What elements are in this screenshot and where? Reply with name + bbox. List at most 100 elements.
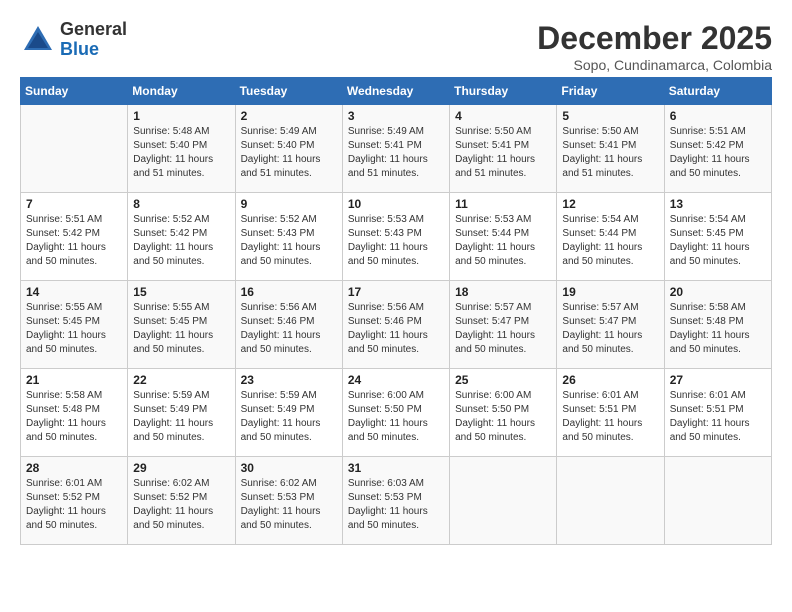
day-number: 3	[348, 109, 444, 123]
day-info: Sunrise: 5:50 AM Sunset: 5:41 PM Dayligh…	[455, 125, 551, 181]
calendar-week-row: 7 Sunrise: 5:51 AM Sunset: 5:42 PM Daylig…	[21, 193, 772, 281]
day-info: Sunrise: 5:53 AM Sunset: 5:44 PM Dayligh…	[455, 213, 551, 269]
calendar-cell: 14Sunrise: 5:55 AM Sunset: 5:45 PM Dayli…	[21, 281, 128, 369]
day-number: 21	[26, 373, 122, 387]
calendar-cell: 29 Sunrise: 6:02 AM Sunset: 5:52 PM Dayli…	[128, 457, 235, 545]
calendar-cell: 8 Sunrise: 5:52 AM Sunset: 5:42 PM Daylig…	[128, 193, 235, 281]
logo-general-text: General	[60, 20, 127, 40]
calendar-cell	[557, 457, 664, 545]
day-number: 12	[562, 197, 658, 211]
day-number: 24	[348, 373, 444, 387]
page-header: General Blue December 2025 Sopo, Cundina…	[20, 20, 772, 73]
weekday-header: Saturday	[664, 78, 771, 105]
logo-icon	[20, 22, 56, 58]
weekday-header: Tuesday	[235, 78, 342, 105]
day-number: 1	[133, 109, 229, 123]
calendar-table: SundayMondayTuesdayWednesdayThursdayFrid…	[20, 77, 772, 545]
calendar-cell: 11 Sunrise: 5:53 AM Sunset: 5:44 PM Dayli…	[450, 193, 557, 281]
calendar-cell: 20 Sunrise: 5:58 AM Sunset: 5:48 PM Dayli…	[664, 281, 771, 369]
day-info: Sunrise: 6:01 AM Sunset: 5:52 PM Dayligh…	[26, 477, 122, 533]
day-number: 27	[670, 373, 766, 387]
day-number: 23	[241, 373, 337, 387]
calendar-cell: 7 Sunrise: 5:51 AM Sunset: 5:42 PM Daylig…	[21, 193, 128, 281]
day-number: 29	[133, 461, 229, 475]
day-info: Sunrise: 5:56 AM Sunset: 5:46 PM Dayligh…	[241, 301, 337, 357]
calendar-week-row: 21 Sunrise: 5:58 AM Sunset: 5:48 PM Dayli…	[21, 369, 772, 457]
day-number: 26	[562, 373, 658, 387]
day-number: 19	[562, 285, 658, 299]
day-info: Sunrise: 5:49 AM Sunset: 5:41 PM Dayligh…	[348, 125, 444, 181]
calendar-cell: 18 Sunrise: 5:57 AM Sunset: 5:47 PM Dayli…	[450, 281, 557, 369]
title-section: December 2025 Sopo, Cundinamarca, Colomb…	[537, 20, 772, 73]
calendar-cell: 23 Sunrise: 5:59 AM Sunset: 5:49 PM Dayli…	[235, 369, 342, 457]
calendar-cell: 22Sunrise: 5:59 AM Sunset: 5:49 PM Dayli…	[128, 369, 235, 457]
day-info: Sunrise: 6:02 AM Sunset: 5:52 PM Dayligh…	[133, 477, 229, 533]
calendar-cell	[21, 105, 128, 193]
day-info: Sunrise: 5:58 AM Sunset: 5:48 PM Dayligh…	[26, 389, 122, 445]
day-number: 11	[455, 197, 551, 211]
calendar-cell: 5 Sunrise: 5:50 AM Sunset: 5:41 PM Daylig…	[557, 105, 664, 193]
day-info: Sunrise: 5:49 AM Sunset: 5:40 PM Dayligh…	[241, 125, 337, 181]
weekday-header: Monday	[128, 78, 235, 105]
day-number: 31	[348, 461, 444, 475]
calendar-cell: 13 Sunrise: 5:54 AM Sunset: 5:45 PM Dayli…	[664, 193, 771, 281]
day-info: Sunrise: 6:02 AM Sunset: 5:53 PM Dayligh…	[241, 477, 337, 533]
day-number: 10	[348, 197, 444, 211]
day-info: Sunrise: 5:59 AM Sunset: 5:49 PM Dayligh…	[133, 389, 229, 445]
day-number: 14	[26, 285, 122, 299]
day-number: 18	[455, 285, 551, 299]
day-info: Sunrise: 5:54 AM Sunset: 5:45 PM Dayligh…	[670, 213, 766, 269]
calendar-cell: 16 Sunrise: 5:56 AM Sunset: 5:46 PM Dayli…	[235, 281, 342, 369]
weekday-header-row: SundayMondayTuesdayWednesdayThursdayFrid…	[21, 78, 772, 105]
day-info: Sunrise: 5:52 AM Sunset: 5:43 PM Dayligh…	[241, 213, 337, 269]
day-number: 7	[26, 197, 122, 211]
day-info: Sunrise: 6:03 AM Sunset: 5:53 PM Dayligh…	[348, 477, 444, 533]
calendar-cell: 21 Sunrise: 5:58 AM Sunset: 5:48 PM Dayli…	[21, 369, 128, 457]
day-number: 20	[670, 285, 766, 299]
day-number: 4	[455, 109, 551, 123]
day-number: 5	[562, 109, 658, 123]
day-number: 28	[26, 461, 122, 475]
logo-blue-text: Blue	[60, 40, 127, 60]
day-number: 6	[670, 109, 766, 123]
day-info: Sunrise: 5:59 AM Sunset: 5:49 PM Dayligh…	[241, 389, 337, 445]
calendar-cell: 15 Sunrise: 5:55 AM Sunset: 5:45 PM Dayli…	[128, 281, 235, 369]
day-info: Sunrise: 5:57 AM Sunset: 5:47 PM Dayligh…	[455, 301, 551, 357]
day-number: 15	[133, 285, 229, 299]
day-number: 17	[348, 285, 444, 299]
month-title: December 2025	[537, 20, 772, 57]
calendar-cell: 31 Sunrise: 6:03 AM Sunset: 5:53 PM Dayli…	[342, 457, 449, 545]
calendar-cell: 2 Sunrise: 5:49 AM Sunset: 5:40 PM Daylig…	[235, 105, 342, 193]
day-info: Sunrise: 5:52 AM Sunset: 5:42 PM Dayligh…	[133, 213, 229, 269]
calendar-week-row: 28 Sunrise: 6:01 AM Sunset: 5:52 PM Dayli…	[21, 457, 772, 545]
day-info: Sunrise: 6:00 AM Sunset: 5:50 PM Dayligh…	[455, 389, 551, 445]
day-info: Sunrise: 5:56 AM Sunset: 5:46 PM Dayligh…	[348, 301, 444, 357]
calendar-cell: 9Sunrise: 5:52 AM Sunset: 5:43 PM Daylig…	[235, 193, 342, 281]
day-info: Sunrise: 5:57 AM Sunset: 5:47 PM Dayligh…	[562, 301, 658, 357]
day-number: 13	[670, 197, 766, 211]
day-info: Sunrise: 5:51 AM Sunset: 5:42 PM Dayligh…	[670, 125, 766, 181]
day-info: Sunrise: 5:50 AM Sunset: 5:41 PM Dayligh…	[562, 125, 658, 181]
calendar-cell: 10 Sunrise: 5:53 AM Sunset: 5:43 PM Dayli…	[342, 193, 449, 281]
calendar-cell: 27Sunrise: 6:01 AM Sunset: 5:51 PM Dayli…	[664, 369, 771, 457]
calendar-cell: 25Sunrise: 6:00 AM Sunset: 5:50 PM Dayli…	[450, 369, 557, 457]
day-info: Sunrise: 5:54 AM Sunset: 5:44 PM Dayligh…	[562, 213, 658, 269]
calendar-cell	[664, 457, 771, 545]
day-number: 2	[241, 109, 337, 123]
calendar-cell: 1Sunrise: 5:48 AM Sunset: 5:40 PM Daylig…	[128, 105, 235, 193]
calendar-cell: 17 Sunrise: 5:56 AM Sunset: 5:46 PM Dayli…	[342, 281, 449, 369]
calendar-cell: 3 Sunrise: 5:49 AM Sunset: 5:41 PM Daylig…	[342, 105, 449, 193]
day-number: 8	[133, 197, 229, 211]
day-info: Sunrise: 5:55 AM Sunset: 5:45 PM Dayligh…	[133, 301, 229, 357]
day-info: Sunrise: 6:01 AM Sunset: 5:51 PM Dayligh…	[562, 389, 658, 445]
calendar-cell: 6 Sunrise: 5:51 AM Sunset: 5:42 PM Daylig…	[664, 105, 771, 193]
day-info: Sunrise: 5:53 AM Sunset: 5:43 PM Dayligh…	[348, 213, 444, 269]
day-info: Sunrise: 5:51 AM Sunset: 5:42 PM Dayligh…	[26, 213, 122, 269]
calendar-cell: 19 Sunrise: 5:57 AM Sunset: 5:47 PM Dayli…	[557, 281, 664, 369]
day-info: Sunrise: 5:58 AM Sunset: 5:48 PM Dayligh…	[670, 301, 766, 357]
calendar-cell	[450, 457, 557, 545]
location-subtitle: Sopo, Cundinamarca, Colombia	[537, 57, 772, 73]
calendar-cell: 24Sunrise: 6:00 AM Sunset: 5:50 PM Dayli…	[342, 369, 449, 457]
day-number: 16	[241, 285, 337, 299]
calendar-week-row: 14 Sunrise: 5:55 AM Sunset: 5:45 PM Dayli…	[21, 281, 772, 369]
